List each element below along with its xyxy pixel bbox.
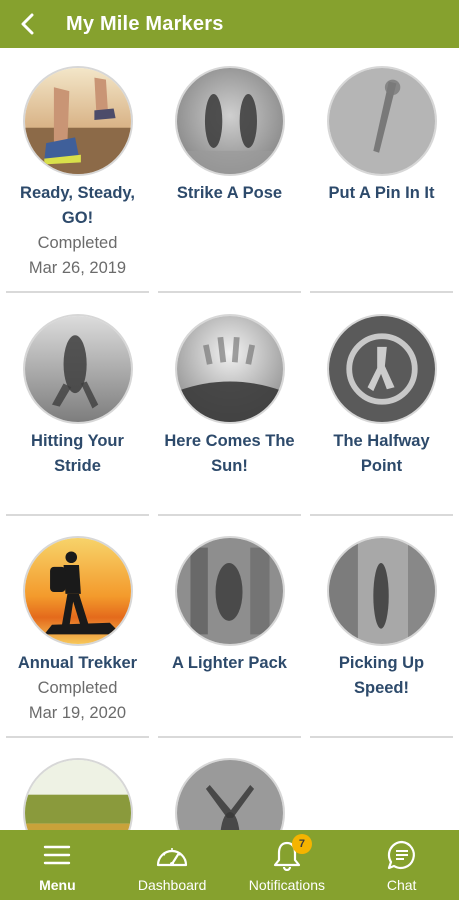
marker-title: A Lighter Pack (172, 654, 287, 672)
chevron-left-icon (21, 13, 34, 35)
marker-badge-image (22, 536, 133, 646)
marker-badge-image (326, 66, 437, 176)
marker-title: Hitting Your Stride (31, 432, 124, 475)
marker-badge-image (22, 314, 133, 424)
nav-notifications-label: Notifications (248, 877, 325, 893)
marker-status: Completed (37, 234, 118, 252)
top-app-bar: My Mile Markers (0, 0, 459, 48)
row-divider (158, 291, 301, 293)
marker-field[interactable] (6, 758, 149, 830)
nav-notifications[interactable]: 7 Notifications (230, 830, 345, 900)
marker-badge-image (326, 536, 437, 646)
row-divider (6, 736, 149, 738)
marker-arms-raised[interactable] (158, 758, 301, 830)
row-divider (158, 736, 301, 738)
marker-the-halfway-point[interactable]: The Halfway Point (310, 314, 453, 516)
chat-bubble-icon (385, 838, 419, 872)
notification-count-badge: 7 (291, 834, 312, 854)
marker-strike-a-pose[interactable]: Strike A Pose (158, 66, 301, 293)
marker-date: Mar 26, 2019 (28, 259, 127, 277)
bell-icon: 7 (270, 834, 312, 872)
marker-title: The Halfway Point (333, 432, 430, 475)
bottom-navigation: Menu Dashboard 7 Notifications Chat (0, 830, 459, 900)
back-button[interactable] (0, 0, 56, 48)
nav-menu-label: Menu (39, 877, 76, 893)
marker-title: Put A Pin In It (328, 184, 435, 202)
marker-badge-image (174, 536, 285, 646)
row-divider (6, 291, 149, 293)
row-divider (6, 514, 149, 516)
hamburger-menu-icon (40, 838, 74, 872)
marker-title: Here Comes The Sun! (164, 432, 295, 475)
mile-marker-grid: Ready, Steady, GO! Completed Mar 26, 201… (0, 48, 459, 830)
marker-badge-image (326, 314, 437, 424)
app-root: My Mile Markers Ready, Steady, GO! Compl… (0, 0, 459, 900)
marker-title: Picking Up Speed! (338, 654, 425, 697)
nav-chat[interactable]: Chat (344, 830, 459, 900)
marker-badge-image (22, 66, 133, 176)
nav-dashboard[interactable]: Dashboard (115, 830, 230, 900)
page-title: My Mile Markers (66, 12, 224, 35)
speedometer-icon (155, 838, 189, 872)
marker-title: Annual Trekker (17, 654, 138, 672)
marker-badge-image (174, 314, 285, 424)
row-divider (158, 514, 301, 516)
nav-dashboard-label: Dashboard (137, 877, 207, 893)
marker-badge-image (22, 758, 133, 830)
marker-date: Mar 19, 2020 (28, 704, 127, 722)
row-divider (310, 291, 453, 293)
marker-picking-up-speed[interactable]: Picking Up Speed! (310, 536, 453, 738)
row-divider (310, 736, 453, 738)
marker-badge-image (174, 758, 285, 830)
marker-put-a-pin-in-it[interactable]: Put A Pin In It (310, 66, 453, 293)
marker-title: Ready, Steady, GO! (20, 184, 135, 227)
marker-badge-image (174, 66, 285, 176)
row-divider (310, 514, 453, 516)
nav-chat-label: Chat (386, 877, 417, 893)
marker-hitting-your-stride[interactable]: Hitting Your Stride (6, 314, 149, 516)
marker-ready-steady-go[interactable]: Ready, Steady, GO! Completed Mar 26, 201… (6, 66, 149, 293)
marker-a-lighter-pack[interactable]: A Lighter Pack (158, 536, 301, 738)
marker-here-comes-the-sun[interactable]: Here Comes The Sun! (158, 314, 301, 516)
nav-menu[interactable]: Menu (0, 830, 115, 900)
marker-status: Completed (37, 679, 118, 697)
marker-annual-trekker[interactable]: Annual Trekker Completed Mar 19, 2020 (6, 536, 149, 738)
marker-title: Strike A Pose (176, 184, 283, 202)
